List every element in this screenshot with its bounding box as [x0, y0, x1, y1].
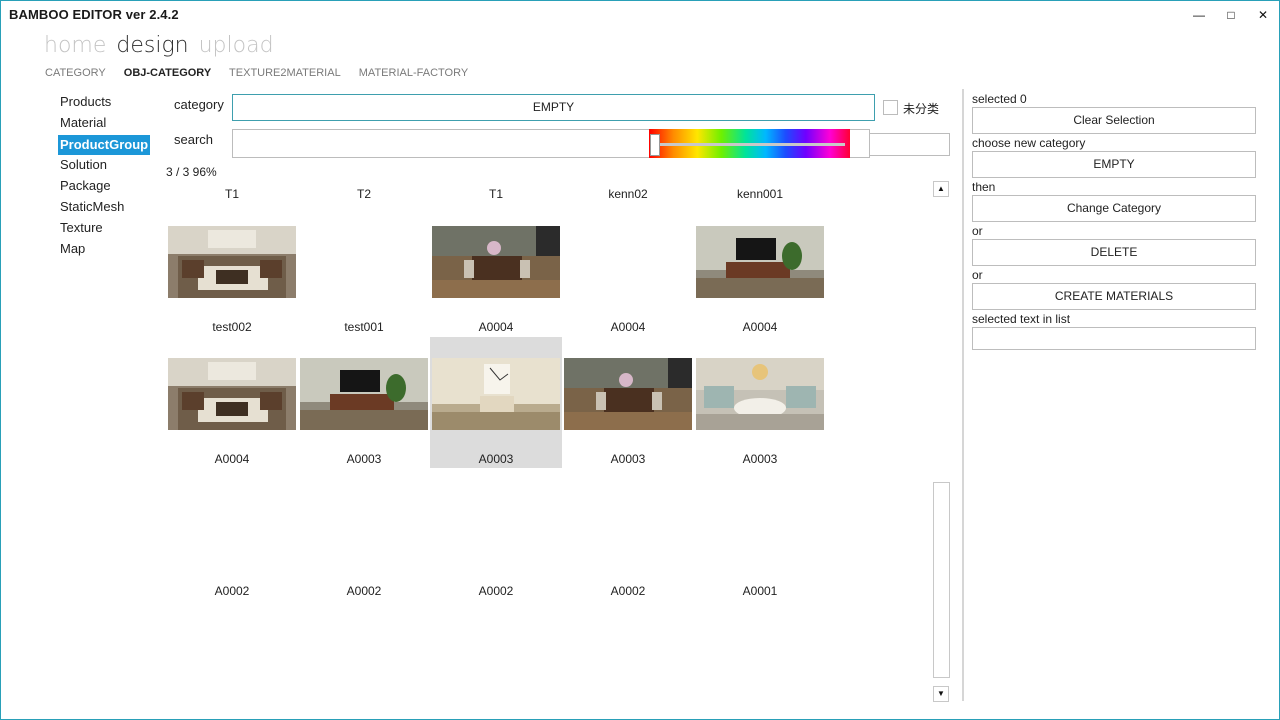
- grid-item[interactable]: A0003: [562, 313, 694, 466]
- nav-design[interactable]: design: [116, 33, 188, 58]
- grid-item-label: A0002: [346, 584, 382, 598]
- grid-item[interactable]: A0004: [166, 313, 298, 466]
- grid-item[interactable]: A0002: [430, 445, 562, 598]
- sidebar-item-package[interactable]: Package: [58, 177, 150, 198]
- nav-upload[interactable]: upload: [199, 33, 274, 58]
- title-bar[interactable]: BAMBOO EDITOR ver 2.4.2 — □ ✕: [1, 1, 1279, 29]
- sidebar-item-map[interactable]: Map: [58, 240, 150, 261]
- color-slider-thumb[interactable]: [650, 134, 660, 156]
- grid-item[interactable]: A0001: [694, 445, 826, 598]
- grid-item[interactable]: A0004: [562, 181, 694, 334]
- grid-item[interactable]: A0003: [694, 313, 826, 466]
- main-nav: home design upload: [44, 33, 284, 58]
- category-field[interactable]: EMPTY: [232, 94, 875, 121]
- scroll-up-arrow-icon[interactable]: ▲: [933, 181, 949, 197]
- bedroom-thumbnail: [432, 358, 560, 430]
- category-label: category: [174, 97, 224, 112]
- lounge-thumbnail: [696, 358, 824, 430]
- sub-nav: CATEGORY OBJ-CATEGORY TEXTURE2MATERIAL M…: [45, 67, 483, 79]
- result-count: 3 / 3 96%: [166, 165, 217, 179]
- search-input-extension[interactable]: [870, 133, 950, 156]
- living-room-thumbnail: [168, 358, 296, 430]
- selected-text-input[interactable]: [972, 327, 1256, 350]
- sidebar-item-products[interactable]: Products: [58, 93, 150, 114]
- scrollbar-thumb[interactable]: [933, 482, 950, 678]
- tab-material-factory[interactable]: MATERIAL-FACTORY: [359, 67, 468, 79]
- selected-count-label: selected 0: [972, 92, 1027, 106]
- sidebar-item-productgroup[interactable]: ProductGroup: [58, 135, 151, 155]
- or-label: or: [972, 224, 983, 238]
- dining-room-thumbnail: [432, 226, 560, 298]
- grid-item[interactable]: A0003: [298, 313, 430, 466]
- delete-button[interactable]: DELETE: [972, 239, 1256, 266]
- tv-room-thumbnail: [696, 226, 824, 298]
- choose-category-label: choose new category: [972, 136, 1086, 150]
- grid-item[interactable]: A0002: [298, 445, 430, 598]
- grid-item[interactable]: A0002: [166, 445, 298, 598]
- grid-item[interactable]: A0002: [562, 445, 694, 598]
- new-category-button[interactable]: EMPTY: [972, 151, 1256, 178]
- product-grid: T1 T2 T1 kenn02 kenn001 test002 test001 A0004 A0…: [166, 181, 928, 701]
- sidebar: Products Material ProductGroup Solution …: [58, 93, 151, 261]
- grid-item-label: A0002: [610, 584, 646, 598]
- scroll-down-arrow-icon[interactable]: ▼: [933, 686, 949, 702]
- selected-text-label: selected text in list: [972, 312, 1071, 326]
- grid-item[interactable]: test002: [166, 181, 298, 334]
- create-materials-button[interactable]: CREATE MATERIALS: [972, 283, 1256, 310]
- tab-category[interactable]: CATEGORY: [45, 67, 106, 79]
- nav-home[interactable]: home: [44, 33, 106, 58]
- tab-obj-category[interactable]: OBJ-CATEGORY: [124, 67, 211, 79]
- grid-item-label: A0002: [214, 584, 250, 598]
- grid-item[interactable]: test001: [298, 181, 430, 334]
- grid-item[interactable]: A0004: [694, 181, 826, 334]
- sidebar-item-solution[interactable]: Solution: [58, 156, 150, 177]
- grid-item[interactable]: A0004: [430, 181, 562, 334]
- grid-item-label: A0001: [742, 584, 778, 598]
- living-room-thumbnail: [168, 226, 296, 298]
- dining-room-thumbnail: [564, 358, 692, 430]
- grid-item-label: A0002: [478, 584, 514, 598]
- color-slider-track: [653, 143, 845, 146]
- sidebar-item-texture[interactable]: Texture: [58, 219, 150, 240]
- app-window: BAMBOO EDITOR ver 2.4.2 — □ ✕ home design…: [0, 0, 1280, 720]
- app-title: BAMBOO EDITOR ver 2.4.2: [9, 7, 179, 22]
- grid-item-label: A0004: [478, 320, 514, 334]
- tv-room-thumbnail: [300, 358, 428, 430]
- sidebar-item-material[interactable]: Material: [58, 114, 150, 135]
- clear-selection-button[interactable]: Clear Selection: [972, 107, 1256, 134]
- change-category-button[interactable]: Change Category: [972, 195, 1256, 222]
- panel-divider[interactable]: [962, 89, 964, 701]
- uncategorized-checkbox[interactable]: [883, 100, 898, 115]
- search-label: search: [174, 132, 214, 147]
- close-icon[interactable]: ✕: [1243, 1, 1280, 29]
- sidebar-item-staticmesh[interactable]: StaticMesh: [58, 198, 150, 219]
- uncategorized-label: 未分类: [903, 102, 940, 116]
- or-label-2: or: [972, 268, 983, 282]
- tab-texture2material[interactable]: TEXTURE2MATERIAL: [229, 67, 341, 79]
- then-label: then: [972, 180, 996, 194]
